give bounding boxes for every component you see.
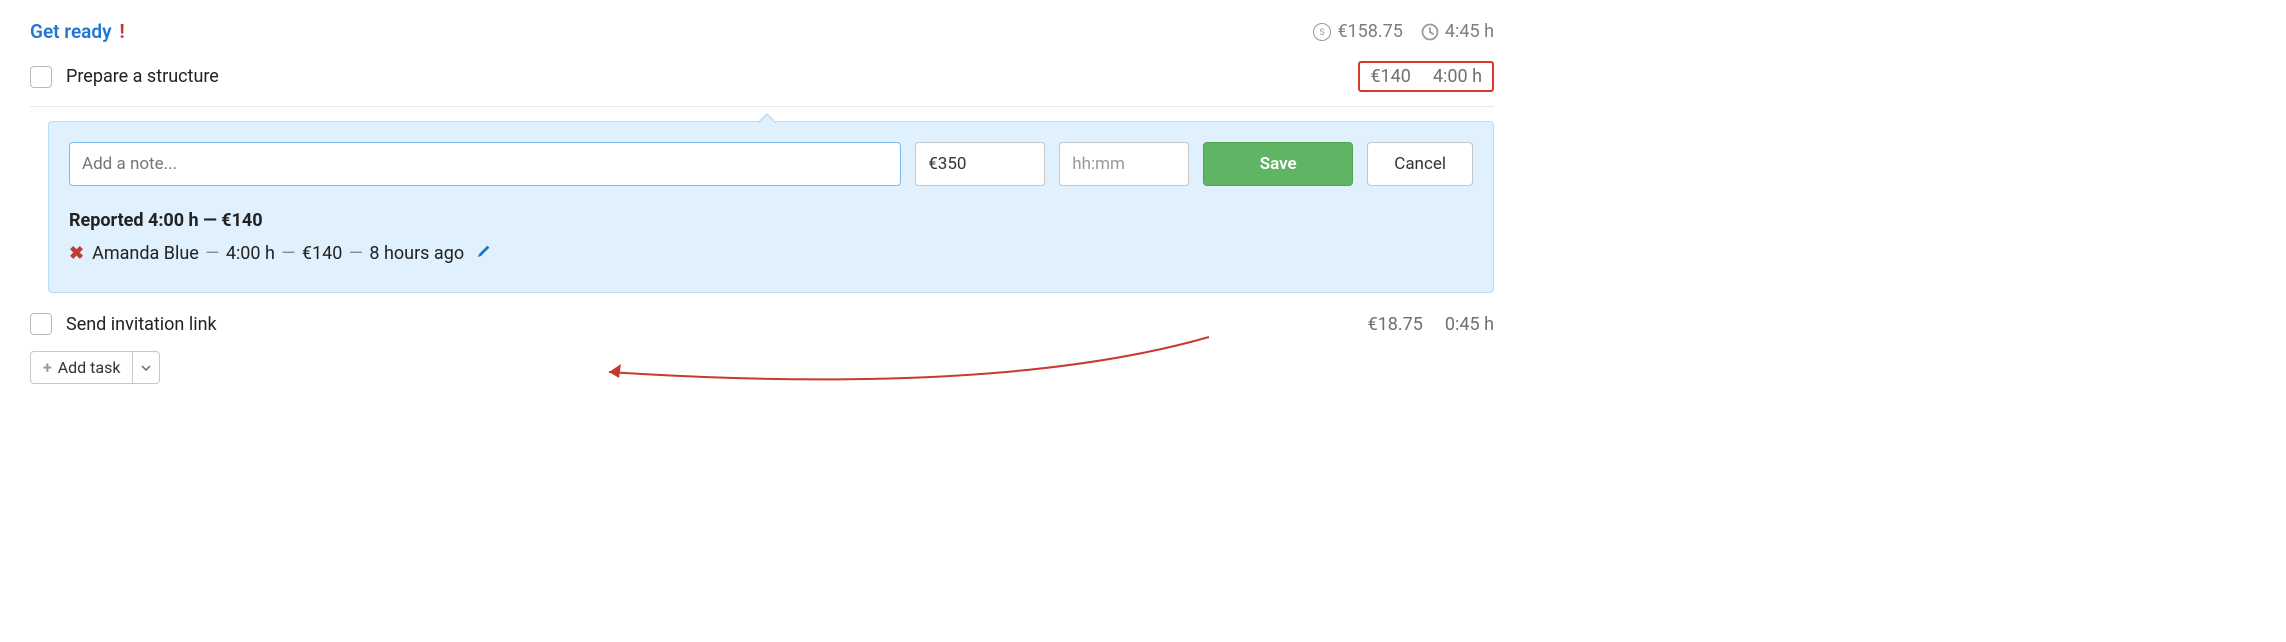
- section-title[interactable]: Get ready !: [30, 20, 125, 43]
- add-task-label: Add task: [58, 358, 121, 377]
- save-button[interactable]: Save: [1203, 142, 1353, 186]
- cancel-button[interactable]: Cancel: [1367, 142, 1473, 186]
- task-name: Send invitation link: [66, 314, 217, 335]
- section-title-text: Get ready: [30, 20, 112, 43]
- amount-input[interactable]: [915, 142, 1045, 186]
- task-row[interactable]: Prepare a structure €140 4:00 h: [30, 55, 1494, 98]
- entry-amount: €140: [302, 243, 342, 264]
- task-time: 0:45 h: [1445, 314, 1494, 335]
- section-totals: S €158.75 4:45 h: [1313, 21, 1494, 42]
- add-task-button[interactable]: + Add task: [30, 351, 133, 384]
- time-input[interactable]: [1059, 142, 1189, 186]
- entry-ago: 8 hours ago: [369, 243, 464, 264]
- task-row[interactable]: Send invitation link €18.75 0:45 h: [30, 307, 1494, 341]
- entry-hours: 4:00 h: [226, 243, 275, 264]
- priority-icon: !: [120, 20, 125, 43]
- currency-icon: S: [1313, 23, 1331, 41]
- task-name: Prepare a structure: [66, 66, 219, 87]
- divider: [30, 106, 1494, 107]
- svg-text:S: S: [1320, 28, 1325, 37]
- task-metrics: €18.75 0:45 h: [1368, 314, 1494, 335]
- chevron-down-icon: [141, 365, 151, 371]
- clock-icon: [1421, 23, 1439, 41]
- total-time: 4:45 h: [1445, 21, 1494, 42]
- entry-user: Amanda Blue: [92, 243, 199, 264]
- section-header: Get ready ! S €158.75 4:45 h: [30, 20, 1494, 43]
- task-time: 4:00 h: [1433, 66, 1482, 87]
- panel-pointer: [757, 113, 777, 123]
- add-task-dropdown[interactable]: [133, 351, 160, 384]
- reported-entry-row: ✖ Amanda Blue — 4:00 h — €140 — 8 hours …: [69, 243, 1473, 264]
- task-metrics-highlight: €140 4:00 h: [1358, 61, 1494, 92]
- task-checkbox[interactable]: [30, 66, 52, 88]
- add-task-row: + Add task: [30, 351, 1494, 384]
- entry-input-row: Save Cancel: [69, 142, 1473, 186]
- note-input[interactable]: [69, 142, 901, 186]
- plus-icon: +: [43, 358, 52, 377]
- total-cost: €158.75: [1337, 21, 1402, 42]
- reported-summary: Reported 4:00 h — €140: [69, 210, 1473, 231]
- time-entry-panel: Save Cancel Reported 4:00 h — €140 ✖ Ama…: [48, 121, 1494, 293]
- task-checkbox[interactable]: [30, 313, 52, 335]
- delete-entry-icon[interactable]: ✖: [69, 243, 84, 264]
- edit-entry-icon[interactable]: [476, 243, 492, 264]
- task-cost: €140: [1370, 66, 1410, 87]
- task-cost: €18.75: [1368, 314, 1423, 335]
